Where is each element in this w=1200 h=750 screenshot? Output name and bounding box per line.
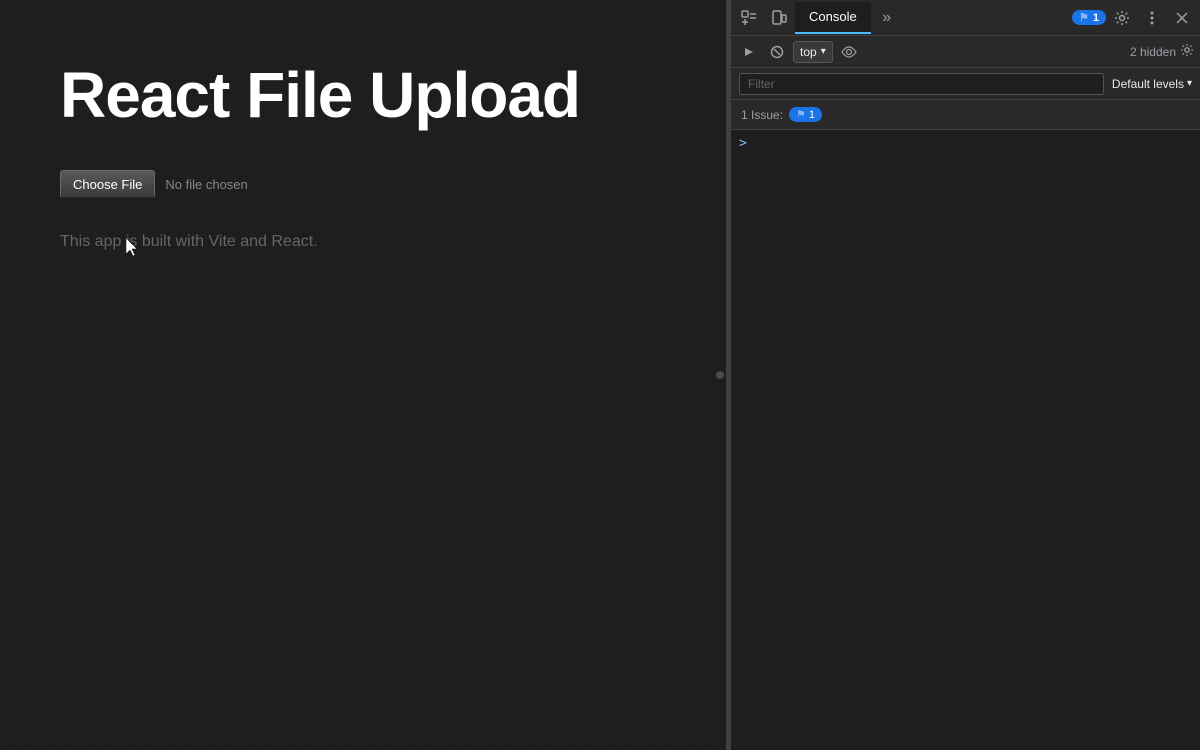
issues-flag-icon: ⚑: [796, 108, 806, 121]
execute-script-button[interactable]: [737, 40, 761, 64]
filter-input[interactable]: [739, 73, 1104, 95]
live-expressions-button[interactable]: [837, 40, 861, 64]
file-upload-row: Choose File No file chosen: [60, 170, 670, 198]
more-tabs-button[interactable]: »: [873, 4, 901, 32]
console-arrow: >: [731, 134, 1200, 153]
devtools-toolbar: Console » ⚑ 1: [731, 0, 1200, 36]
resize-handle[interactable]: [726, 0, 730, 750]
badge-count: 1: [1093, 12, 1099, 24]
choose-file-button[interactable]: Choose File: [60, 170, 155, 198]
devtools-bar2: top ▾ 2 hidden: [731, 36, 1200, 68]
issues-label: 1 Issue:: [741, 108, 783, 122]
devtools-filter-row: Default levels ▾: [731, 68, 1200, 100]
device-toolbar-button[interactable]: [765, 4, 793, 32]
badge-flag-icon: ⚑: [1079, 11, 1089, 24]
context-selector[interactable]: top ▾: [793, 41, 833, 63]
gear-icon-small: [1180, 43, 1194, 60]
default-levels-button[interactable]: Default levels ▾: [1112, 77, 1192, 91]
page-title: React File Upload: [60, 60, 670, 130]
app-subtitle: This app is built with Vite and React.: [60, 233, 670, 251]
issues-count-badge: ⚑ 1: [789, 107, 822, 122]
app-area: React File Upload Choose File No file ch…: [0, 0, 730, 750]
context-arrow: ▾: [821, 46, 826, 57]
center-dot: [716, 371, 724, 379]
no-file-label: No file chosen: [165, 177, 247, 192]
hidden-count: 2 hidden: [1130, 45, 1176, 59]
inspect-element-button[interactable]: [735, 4, 763, 32]
devtools-issues-row: 1 Issue: ⚑ 1: [731, 100, 1200, 130]
more-options-button[interactable]: [1138, 4, 1166, 32]
devtools-console-output: >: [731, 130, 1200, 750]
settings-button[interactable]: [1108, 4, 1136, 32]
close-devtools-button[interactable]: [1168, 4, 1196, 32]
context-label: top: [800, 45, 817, 59]
clear-console-button[interactable]: [765, 40, 789, 64]
devtools-panel: Console » ⚑ 1: [730, 0, 1200, 750]
tab-console[interactable]: Console: [795, 2, 871, 34]
issues-count: 1: [809, 109, 815, 121]
issues-badge-toolbar: ⚑ 1: [1072, 10, 1106, 25]
